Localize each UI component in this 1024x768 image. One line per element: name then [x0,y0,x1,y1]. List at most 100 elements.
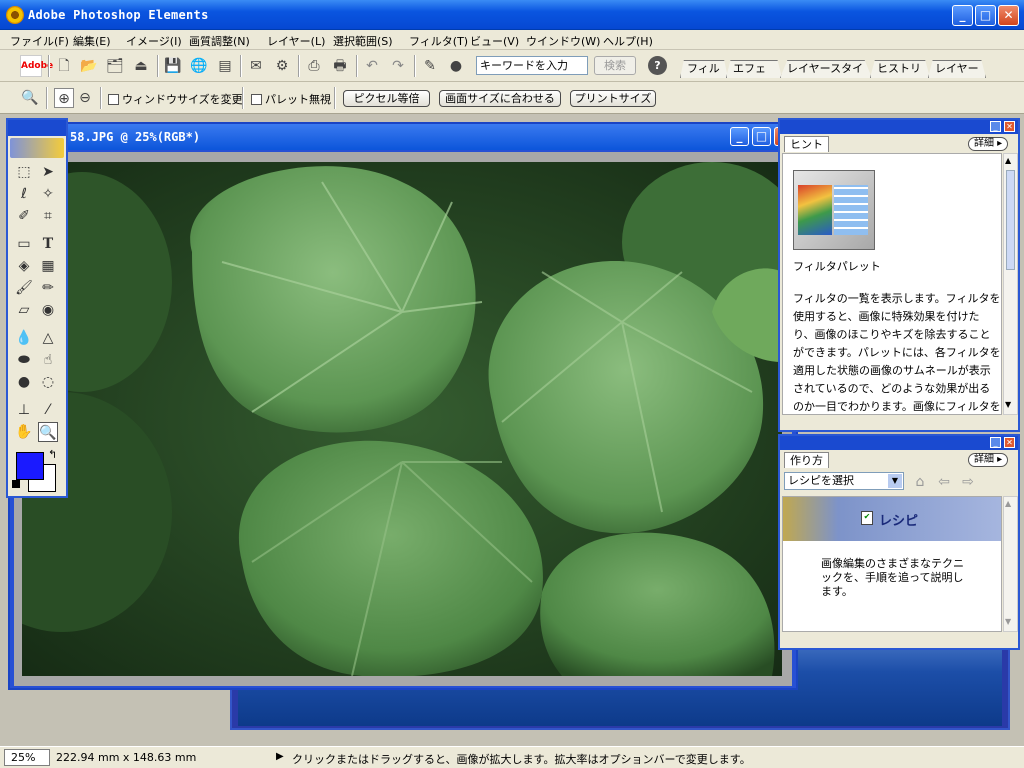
menu-file[interactable]: ファイル(F) [10,33,69,49]
default-colors-icon[interactable] [12,480,20,488]
tab-layers[interactable]: レイヤー [928,60,986,78]
paint-bucket-icon[interactable]: ◈ [14,256,34,276]
menu-layer[interactable]: レイヤー(L) [267,33,325,49]
pdf-icon[interactable]: ▤ [215,56,235,76]
menu-window[interactable]: ウインドウ(W) [526,33,600,49]
doc-minimize-button[interactable]: _ [730,127,749,146]
eyedropper-icon[interactable]: ⁄ [38,400,58,420]
zoom-in-icon[interactable]: ⊕ [54,88,74,108]
howto-palette-header[interactable]: _ ✕ [780,436,1018,450]
import-icon[interactable]: ⏏ [131,56,151,76]
tab-how-to[interactable]: 作り方 [784,452,829,468]
undo-icon[interactable]: ↶ [362,56,382,76]
foreground-color-overlay[interactable] [16,452,44,480]
hints-scrollbar[interactable]: ▲ ▼ [1003,153,1018,415]
status-arrow-icon[interactable]: ▶ [276,751,284,762]
home-icon[interactable]: ⌂ [910,472,930,492]
save-icon[interactable]: 💾 [163,56,183,76]
quick-fix-icon[interactable]: ✎ [420,56,440,76]
selection-brush-icon[interactable]: ✐ [14,206,34,226]
howto-details-button[interactable]: 詳細 ▸ [968,453,1009,467]
back-arrow-icon[interactable]: ⇦ [934,472,954,492]
menu-enhance[interactable]: 画質調整(N) [189,33,250,49]
toolbox[interactable]: ⬚ ➤ ℓ ✧ ✐ ⌗ ▭ T ◈ ▦ 🖌 ✏ ▱ ◉ 💧 △ ⬬ ☝ ● ◌ … [6,118,68,498]
tab-hints[interactable]: ヒント [784,136,829,152]
hints-palette[interactable]: _ ✕ ヒント 詳細 ▸ フィルタパレット フィルタの一覧を表示します。フィルタ… [778,118,1020,432]
browse-icon[interactable]: 🗂 [105,56,125,76]
red-eye-brush-icon[interactable]: ◉ [38,300,58,320]
leaf-photo[interactable] [22,162,782,676]
palette-minimize-button[interactable]: _ [990,121,1001,132]
maximize-button[interactable]: □ [975,5,996,26]
eraser-icon[interactable]: ▱ [14,300,34,320]
palette-close-button[interactable]: ✕ [1004,437,1015,448]
hints-palette-header[interactable]: _ ✕ [780,120,1018,134]
lasso-icon[interactable]: ℓ [14,184,34,204]
scroll-up-icon[interactable]: ▲ [1005,156,1011,165]
recipe-select[interactable]: レシピを選択 ▼ [784,472,904,490]
online-service-icon[interactable]: ⚙ [272,56,292,76]
print-size-button[interactable]: プリントサイズ [570,90,656,107]
dodge-icon[interactable]: ◌ [38,372,58,392]
hints-details-button[interactable]: 詳細 ▸ [968,137,1009,151]
forward-arrow-icon[interactable]: ⇨ [958,472,978,492]
fit-on-screen-button[interactable]: 画面サイズに合わせる [439,90,561,107]
scroll-down-icon[interactable]: ▼ [1005,617,1011,626]
menu-edit[interactable]: 編集(E) [73,33,111,49]
document-titlebar[interactable]: 58.JPG @ 25%(RGB*) _ □ ✕ [10,124,796,150]
zoom-level-field[interactable]: 25% [4,749,50,766]
doc-maximize-button[interactable]: □ [752,127,771,146]
search-button[interactable]: 検索 [594,56,636,75]
menu-view[interactable]: ビュー(V) [470,33,519,49]
help-icon[interactable]: ? [648,56,667,75]
tab-filters[interactable]: フィルタ [680,60,728,78]
zoom-out-icon[interactable]: ⊖ [75,88,95,108]
color-variations-icon[interactable]: ● [446,56,466,76]
print-preview-icon[interactable]: 🖶 [330,56,350,76]
swap-colors-icon[interactable]: ↰ [48,448,57,461]
email-icon[interactable]: ✉ [246,56,266,76]
gradient-icon[interactable]: ▦ [38,256,58,276]
document-dimensions[interactable]: 222.94 mm x 148.63 mm [56,751,196,764]
scroll-down-icon[interactable]: ▼ [1005,400,1011,409]
brush-icon[interactable]: 🖌 [14,278,34,298]
chevron-down-icon[interactable]: ▼ [888,474,902,488]
zoom-icon[interactable]: 🔍 [38,422,58,442]
search-input[interactable]: キーワードを入力 [476,56,588,75]
open-file-icon[interactable]: 📂 [79,56,99,76]
sharpen-icon[interactable]: △ [38,328,58,348]
checkbox-box[interactable] [108,94,119,105]
tab-effects[interactable]: エフェクト [726,60,782,78]
save-web-icon[interactable]: 🌐 [189,56,209,76]
ignore-palettes-checkbox[interactable]: パレット無視 [251,91,331,107]
toolbox-header[interactable] [8,120,66,136]
document-window[interactable]: 58.JPG @ 25%(RGB*) _ □ ✕ [8,122,798,690]
burn-icon[interactable]: ● [14,372,34,392]
menu-filter[interactable]: フィルタ(T) [409,33,468,49]
move-icon[interactable]: ➤ [38,162,58,182]
adobe-logo[interactable]: Adobe [20,55,53,77]
tab-layer-styles[interactable]: レイヤースタイル [780,60,872,78]
menu-image[interactable]: イメージ(I) [126,33,182,49]
palette-minimize-button[interactable]: _ [990,437,1001,448]
pencil-icon[interactable]: ✏ [38,278,58,298]
scroll-thumb[interactable] [1006,170,1015,270]
tab-history[interactable]: ヒストリー [870,60,930,78]
palette-close-button[interactable]: ✕ [1004,121,1015,132]
print-icon[interactable]: ⎙ [304,56,324,76]
blur-icon[interactable]: 💧 [14,328,34,348]
howto-scrollbar[interactable]: ▲ ▼ [1003,496,1018,632]
shape-icon[interactable]: ▭ [14,234,34,254]
magic-wand-icon[interactable]: ✧ [38,184,58,204]
minimize-button[interactable]: _ [952,5,973,26]
sunflower-icon[interactable] [10,138,64,158]
menu-help[interactable]: ヘルプ(H) [603,33,653,49]
menu-select[interactable]: 選択範囲(S) [333,33,393,49]
howto-palette[interactable]: _ ✕ 作り方 詳細 ▸ レシピを選択 ▼ ⌂ ⇦ ⇨ ✔ レシピ 画像編集のさ… [778,434,1020,650]
hand-icon[interactable]: ✋ [14,422,34,442]
clone-stamp-icon[interactable]: ⊥ [14,400,34,420]
smudge-icon[interactable]: ☝ [38,350,58,370]
actual-pixels-button[interactable]: ピクセル等倍 [343,90,430,107]
new-file-icon[interactable]: 🗋 [54,56,74,76]
scroll-up-icon[interactable]: ▲ [1005,499,1011,508]
